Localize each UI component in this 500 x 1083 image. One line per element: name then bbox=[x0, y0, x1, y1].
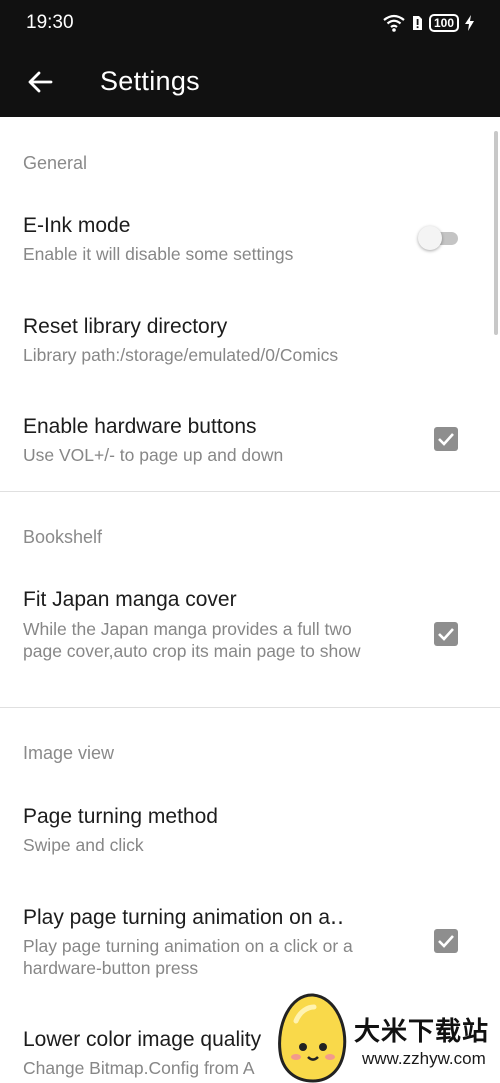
wifi-icon bbox=[383, 14, 405, 32]
section-header-image-view: Image view bbox=[23, 743, 115, 763]
setting-title: Enable hardware buttons bbox=[23, 415, 257, 438]
eink-toggle-switch[interactable] bbox=[418, 226, 462, 250]
section-header-bookshelf: Bookshelf bbox=[23, 527, 103, 547]
setting-page-turning-animation[interactable]: Play page turning animation on a‥ Play p… bbox=[0, 905, 500, 985]
toggle-thumb bbox=[418, 226, 442, 250]
setting-eink-mode[interactable]: E-Ink mode Enable it will disable some s… bbox=[0, 214, 500, 274]
section-header-general: General bbox=[23, 153, 88, 173]
watermark-url: www.zzhyw.com bbox=[362, 1049, 486, 1068]
battery-level: 100 bbox=[433, 16, 454, 30]
settings-list[interactable]: General E-Ink mode Enable it will disabl… bbox=[0, 117, 500, 1083]
sim-alert-icon bbox=[412, 16, 422, 30]
arrow-back-icon bbox=[28, 71, 53, 93]
setting-fit-japan-manga-cover[interactable]: Fit Japan manga cover While the Japan ma… bbox=[0, 588, 500, 688]
page-title: Settings bbox=[100, 66, 200, 96]
setting-summary: While the Japan manga provides a full tw… bbox=[23, 619, 361, 661]
setting-summary: Swipe and click bbox=[23, 835, 144, 855]
setting-title: Reset library directory bbox=[23, 315, 228, 338]
setting-title: Play page turning animation on a‥ bbox=[23, 906, 345, 929]
setting-title: Lower color image quality bbox=[23, 1028, 262, 1051]
setting-summary: Enable it will disable some settings bbox=[23, 244, 294, 264]
back-button[interactable] bbox=[14, 56, 66, 108]
app-bar: Settings bbox=[0, 46, 500, 117]
setting-summary: Library path:/storage/emulated/0/Comics bbox=[23, 345, 339, 365]
checkmark-icon bbox=[438, 433, 454, 446]
setting-title: Page turning method bbox=[23, 805, 218, 828]
checkmark-icon bbox=[438, 628, 454, 641]
battery-icon: 100 bbox=[428, 14, 459, 32]
status-bar: 19:30 100 bbox=[0, 0, 500, 46]
setting-enable-hardware-buttons[interactable]: Enable hardware buttons Use VOL+/- to pa… bbox=[0, 415, 500, 475]
animation-checkbox[interactable] bbox=[434, 929, 458, 953]
divider bbox=[0, 707, 500, 708]
hardware-buttons-checkbox[interactable] bbox=[434, 427, 458, 451]
fit-cover-checkbox[interactable] bbox=[434, 622, 458, 646]
status-time: 19:30 bbox=[26, 12, 74, 33]
divider bbox=[0, 491, 500, 492]
site-watermark: 大米下载站 www.zzhyw.com bbox=[270, 991, 500, 1083]
watermark-title: 大米下载站 bbox=[354, 1016, 490, 1046]
setting-title: E-Ink mode bbox=[23, 214, 131, 237]
rice-mascot-icon bbox=[278, 993, 347, 1083]
setting-reset-library-directory[interactable]: Reset library directory Library path:/st… bbox=[0, 315, 500, 375]
setting-title: Fit Japan manga cover bbox=[23, 588, 237, 611]
charging-icon bbox=[465, 15, 474, 31]
setting-summary: Use VOL+/- to page up and down bbox=[23, 445, 284, 465]
checkmark-icon bbox=[438, 935, 454, 948]
setting-page-turning-method[interactable]: Page turning method Swipe and click bbox=[0, 805, 500, 865]
setting-summary: Play page turning animation on a click o… bbox=[23, 936, 353, 978]
status-icons: 100 bbox=[383, 12, 474, 34]
